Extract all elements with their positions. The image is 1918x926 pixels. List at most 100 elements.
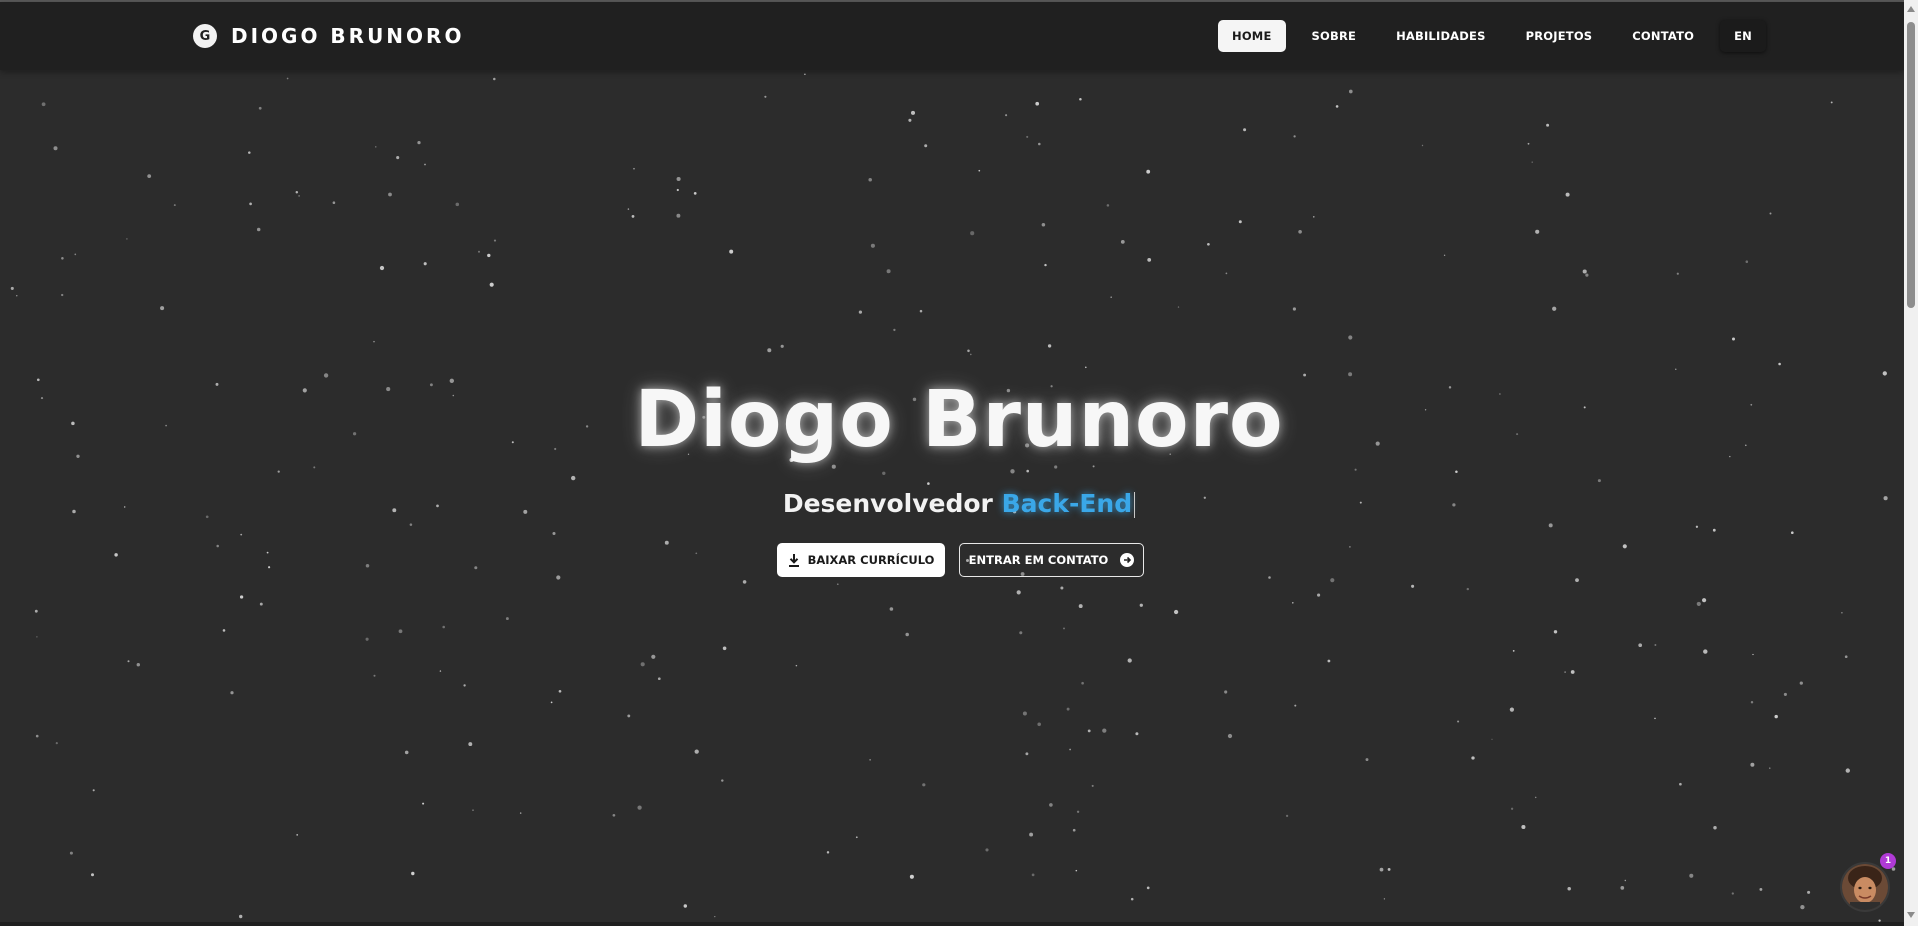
- star: [550, 701, 553, 704]
- star: [1120, 240, 1125, 244]
- star: [1243, 128, 1247, 132]
- star: [1139, 603, 1143, 607]
- star: [695, 552, 698, 555]
- star: [455, 202, 460, 207]
- star: [767, 348, 772, 353]
- star: [1624, 879, 1627, 882]
- nav-link-habilidades[interactable]: HABILIDADES: [1382, 20, 1500, 52]
- star: [16, 295, 18, 297]
- scroll-up-arrow-icon[interactable]: [1907, 6, 1915, 12]
- star: [1535, 229, 1540, 234]
- star: [1830, 101, 1833, 104]
- star: [1521, 824, 1526, 830]
- star: [729, 249, 734, 254]
- star: [721, 779, 724, 782]
- star: [1510, 807, 1514, 810]
- star: [1268, 576, 1271, 579]
- star: [493, 239, 497, 242]
- scrollbar-thumb[interactable]: [1907, 22, 1915, 308]
- star: [256, 227, 261, 232]
- star: [114, 553, 118, 557]
- star: [978, 169, 981, 172]
- nav-link-contato[interactable]: CONTATO: [1618, 20, 1708, 52]
- star: [905, 632, 909, 637]
- star: [1049, 803, 1053, 807]
- star: [1106, 204, 1110, 207]
- star: [676, 213, 681, 218]
- star: [74, 253, 77, 256]
- star: [693, 192, 697, 195]
- star: [1807, 890, 1811, 894]
- star: [1769, 212, 1772, 215]
- button-decoration-dot: [966, 559, 969, 562]
- nav-link-home[interactable]: HOME: [1218, 20, 1286, 52]
- star: [1173, 609, 1179, 615]
- star: [1783, 692, 1787, 696]
- star: [1552, 306, 1557, 311]
- star: [1564, 671, 1566, 673]
- star: [1421, 144, 1424, 147]
- star: [1622, 544, 1627, 549]
- star: [836, 583, 839, 586]
- star: [222, 629, 226, 632]
- nav-link-projetos[interactable]: PROJETOS: [1512, 20, 1607, 52]
- star: [365, 637, 369, 641]
- star: [870, 243, 875, 248]
- star: [10, 286, 14, 290]
- star: [1457, 720, 1460, 723]
- star: [1379, 867, 1384, 872]
- star: [722, 646, 727, 651]
- star: [1703, 649, 1708, 654]
- subtitle-prefix: Desenvolvedor: [782, 489, 993, 518]
- hero-title: Diogo Brunoro: [634, 375, 1284, 465]
- chat-avatar-button[interactable]: [1840, 862, 1890, 912]
- star: [908, 118, 912, 122]
- contact-button[interactable]: ENTRAR EM CONTATO: [959, 543, 1144, 577]
- star: [1025, 752, 1029, 756]
- star: [1799, 681, 1803, 685]
- star: [379, 265, 385, 271]
- star: [909, 874, 914, 879]
- star: [34, 609, 38, 613]
- star: [826, 851, 830, 854]
- navbar: G DIOGO BRUNORO HOME SOBRE HABILIDADES P…: [0, 2, 1904, 70]
- star: [1102, 728, 1107, 733]
- star: [1790, 531, 1794, 535]
- star: [627, 208, 630, 210]
- download-cv-button[interactable]: BAIXAR CURRÍCULO: [777, 543, 945, 577]
- star: [1534, 796, 1537, 799]
- star: [259, 602, 263, 606]
- star: [556, 575, 561, 580]
- star: [795, 664, 798, 667]
- brand-link[interactable]: G DIOGO BRUNORO: [193, 24, 464, 48]
- star: [424, 163, 426, 166]
- star: [1638, 643, 1643, 648]
- language-toggle-button[interactable]: EN: [1720, 20, 1766, 52]
- star: [1147, 258, 1152, 262]
- star: [1841, 611, 1843, 614]
- star: [422, 802, 425, 805]
- scroll-down-arrow-icon[interactable]: [1907, 912, 1915, 918]
- star: [1745, 260, 1749, 263]
- star: [910, 110, 916, 115]
- star: [296, 834, 299, 836]
- vertical-scrollbar[interactable]: [1904, 0, 1918, 926]
- star: [1335, 105, 1339, 108]
- star: [258, 106, 262, 110]
- star: [1752, 653, 1754, 656]
- star: [493, 77, 496, 81]
- star: [127, 660, 130, 663]
- star: [1570, 670, 1575, 674]
- star: [1066, 707, 1070, 711]
- star: [1041, 223, 1046, 227]
- star: [1778, 362, 1781, 366]
- star: [1081, 681, 1084, 685]
- star: [694, 749, 699, 754]
- star: [889, 607, 894, 611]
- nav-link-sobre[interactable]: SOBRE: [1298, 20, 1371, 52]
- page: G DIOGO BRUNORO HOME SOBRE HABILIDADES P…: [0, 0, 1918, 926]
- star: [1620, 886, 1625, 890]
- star: [1695, 525, 1699, 528]
- star: [558, 689, 562, 693]
- star: [53, 146, 58, 151]
